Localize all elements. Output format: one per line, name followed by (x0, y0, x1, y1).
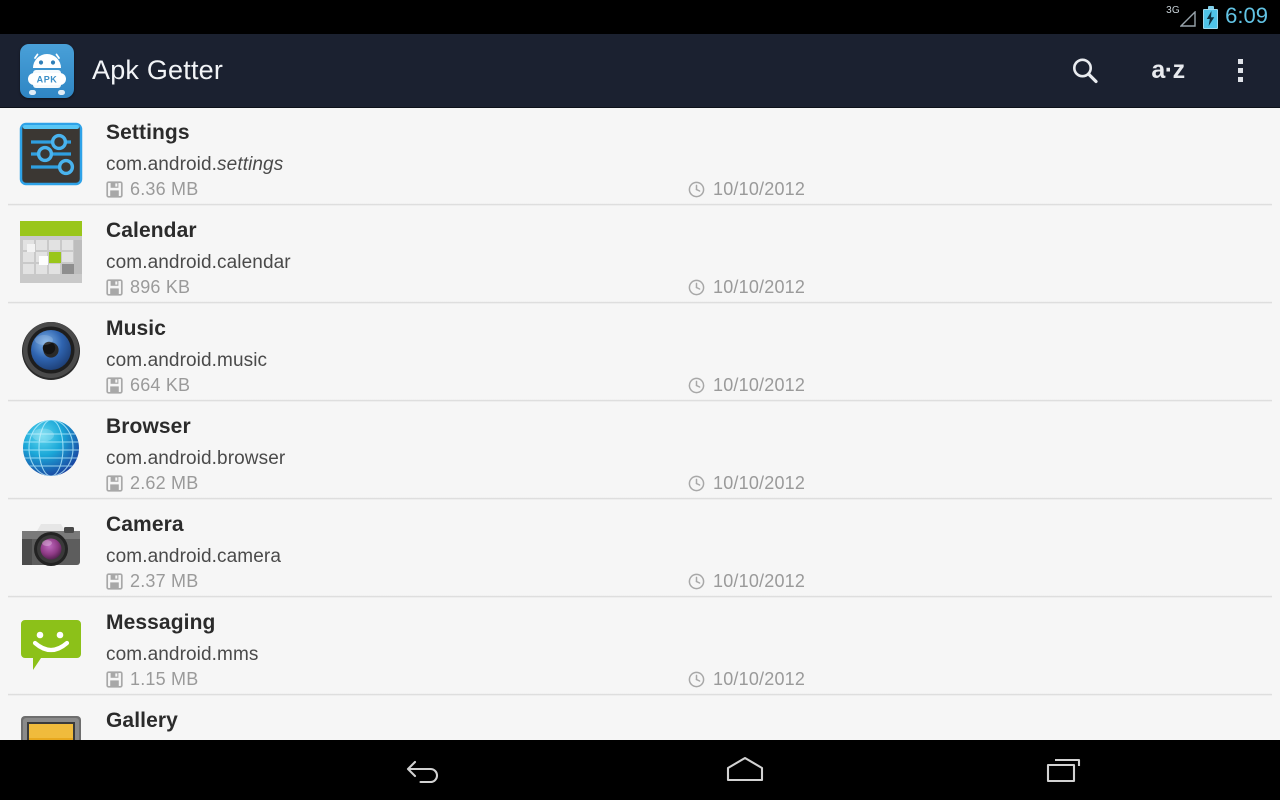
floppy-save-icon (106, 671, 123, 688)
app-date: 10/10/2012 (688, 473, 805, 494)
home-button[interactable] (639, 740, 852, 800)
app-date-label: 10/10/2012 (713, 571, 806, 591)
list-item-meta: Gallery (106, 707, 1280, 740)
back-button[interactable] (320, 740, 533, 800)
list-item[interactable]: Gallery (0, 696, 1280, 740)
app-name: Browser (106, 415, 191, 438)
app-date-label: 10/10/2012 (713, 375, 806, 395)
app-package: com.android.camera (106, 546, 281, 567)
app-date: 10/10/2012 (688, 277, 805, 298)
app-date: 10/10/2012 (688, 375, 805, 396)
status-bar-right: 3G 6:09 (1166, 5, 1268, 29)
app-date: 10/10/2012 (688, 571, 805, 592)
app-package: com.android.music (106, 350, 268, 371)
overflow-menu-icon-dot2 (1237, 68, 1243, 73)
android-screen: 3G 6:09 APK Apk Getter a·z Settings com.… (0, 0, 1280, 800)
floppy-save-icon (106, 279, 123, 296)
signal-triangle-icon: 3G (1166, 5, 1196, 29)
list-item[interactable]: Settings com.android.settings 6.36 MB 10… (0, 108, 1280, 206)
list-item[interactable]: Browser com.android.browser 2.62 MB 10/1… (0, 402, 1280, 500)
action-bar: APK Apk Getter a·z (0, 34, 1280, 108)
list-item-meta: Camera com.android.camera 2.37 MB 10/10/… (106, 511, 1280, 597)
page-title: Apk Getter (92, 55, 224, 85)
floppy-save-icon (106, 475, 123, 492)
app-size-label: 1.15 MB (130, 669, 199, 689)
list-item[interactable]: Camera com.android.camera 2.37 MB 10/10/… (0, 500, 1280, 598)
list-item[interactable]: Messaging com.android.mms 1.15 MB 10/10/… (0, 598, 1280, 696)
calendar-grid-icon (12, 217, 86, 291)
messaging-bubble-icon (12, 609, 86, 683)
recents-button[interactable] (957, 740, 1170, 800)
app-package: com.android.calendar (106, 252, 291, 273)
app-name: Gallery (106, 709, 178, 732)
list-item-meta: Music com.android.music 664 KB 10/10/201… (106, 315, 1280, 401)
app-size-label: 896 KB (130, 277, 191, 297)
app-date-label: 10/10/2012 (713, 669, 806, 689)
settings-sliders-icon (12, 119, 86, 193)
clock-icon (688, 573, 705, 590)
app-date: 10/10/2012 (688, 669, 805, 690)
app-size: 664 KB (106, 375, 190, 396)
browser-globe-icon (12, 413, 86, 487)
app-name: Messaging (106, 611, 216, 634)
app-list[interactable]: Settings com.android.settings 6.36 MB 10… (0, 108, 1280, 740)
music-speaker-icon (12, 315, 86, 389)
list-item-meta: Browser com.android.browser 2.62 MB 10/1… (106, 413, 1280, 499)
app-package: com.android.settings (106, 154, 284, 175)
list-item-meta: Calendar com.android.calendar 896 KB 10/… (106, 217, 1280, 303)
list-item[interactable]: Music com.android.music 664 KB 10/10/201… (0, 304, 1280, 402)
app-package (106, 731, 1280, 740)
app-name: Music (106, 317, 167, 340)
sort-button[interactable]: a·z (1124, 34, 1212, 108)
app-date-label: 10/10/2012 (713, 277, 806, 297)
app-package: com.android.mms (106, 644, 259, 665)
clock-icon (688, 377, 705, 394)
sort-alpha-icon: a·z (1151, 56, 1185, 84)
app-size: 6.36 MB (106, 179, 198, 200)
recents-icon (1046, 758, 1080, 783)
clock-icon (688, 671, 705, 688)
app-package: com.android.browser (106, 448, 286, 469)
app-size: 896 KB (106, 277, 190, 298)
battery-charging-icon (1203, 5, 1219, 29)
clock-icon (688, 181, 705, 198)
clock-icon (688, 475, 705, 492)
list-item-meta: Messaging com.android.mms 1.15 MB 10/10/… (106, 609, 1280, 695)
overflow-menu-icon (1237, 59, 1243, 64)
app-name: Calendar (106, 219, 197, 242)
floppy-save-icon (106, 377, 123, 394)
navigation-bar (0, 740, 1280, 800)
apk-getter-icon: APK (20, 43, 74, 98)
svg-text:APK: APK (37, 74, 58, 84)
app-size-label: 2.37 MB (130, 571, 199, 591)
app-date-label: 10/10/2012 (713, 179, 806, 199)
app-size: 2.62 MB (106, 473, 198, 494)
status-bar-clock: 6:09 (1225, 3, 1268, 28)
gallery-photo-icon (12, 707, 86, 740)
app-size-label: 2.62 MB (130, 473, 199, 493)
app-size: 1.15 MB (106, 669, 198, 690)
app-name: Settings (106, 121, 190, 144)
back-arrow-icon (406, 760, 438, 784)
home-icon (726, 756, 764, 782)
list-item[interactable]: Calendar com.android.calendar 896 KB 10/… (0, 206, 1280, 304)
search-icon (1073, 58, 1098, 83)
status-bar: 3G 6:09 (0, 0, 1280, 34)
list-item-meta: Settings com.android.settings 6.36 MB 10… (106, 119, 1280, 205)
camera-icon (12, 511, 86, 585)
search-button[interactable] (1046, 34, 1124, 108)
floppy-save-icon (106, 573, 123, 590)
overflow-menu-icon-dot3 (1237, 77, 1243, 82)
app-date-label: 10/10/2012 (713, 473, 806, 493)
clock-icon (688, 279, 705, 296)
app-name: Camera (106, 513, 184, 536)
app-size-label: 6.36 MB (130, 179, 199, 199)
app-size-label: 664 KB (130, 375, 191, 395)
overflow-menu-button[interactable] (1212, 34, 1268, 108)
app-size: 2.37 MB (106, 571, 198, 592)
network-type-label: 3G (1166, 5, 1180, 16)
floppy-save-icon (106, 181, 123, 198)
app-date: 10/10/2012 (688, 179, 805, 200)
